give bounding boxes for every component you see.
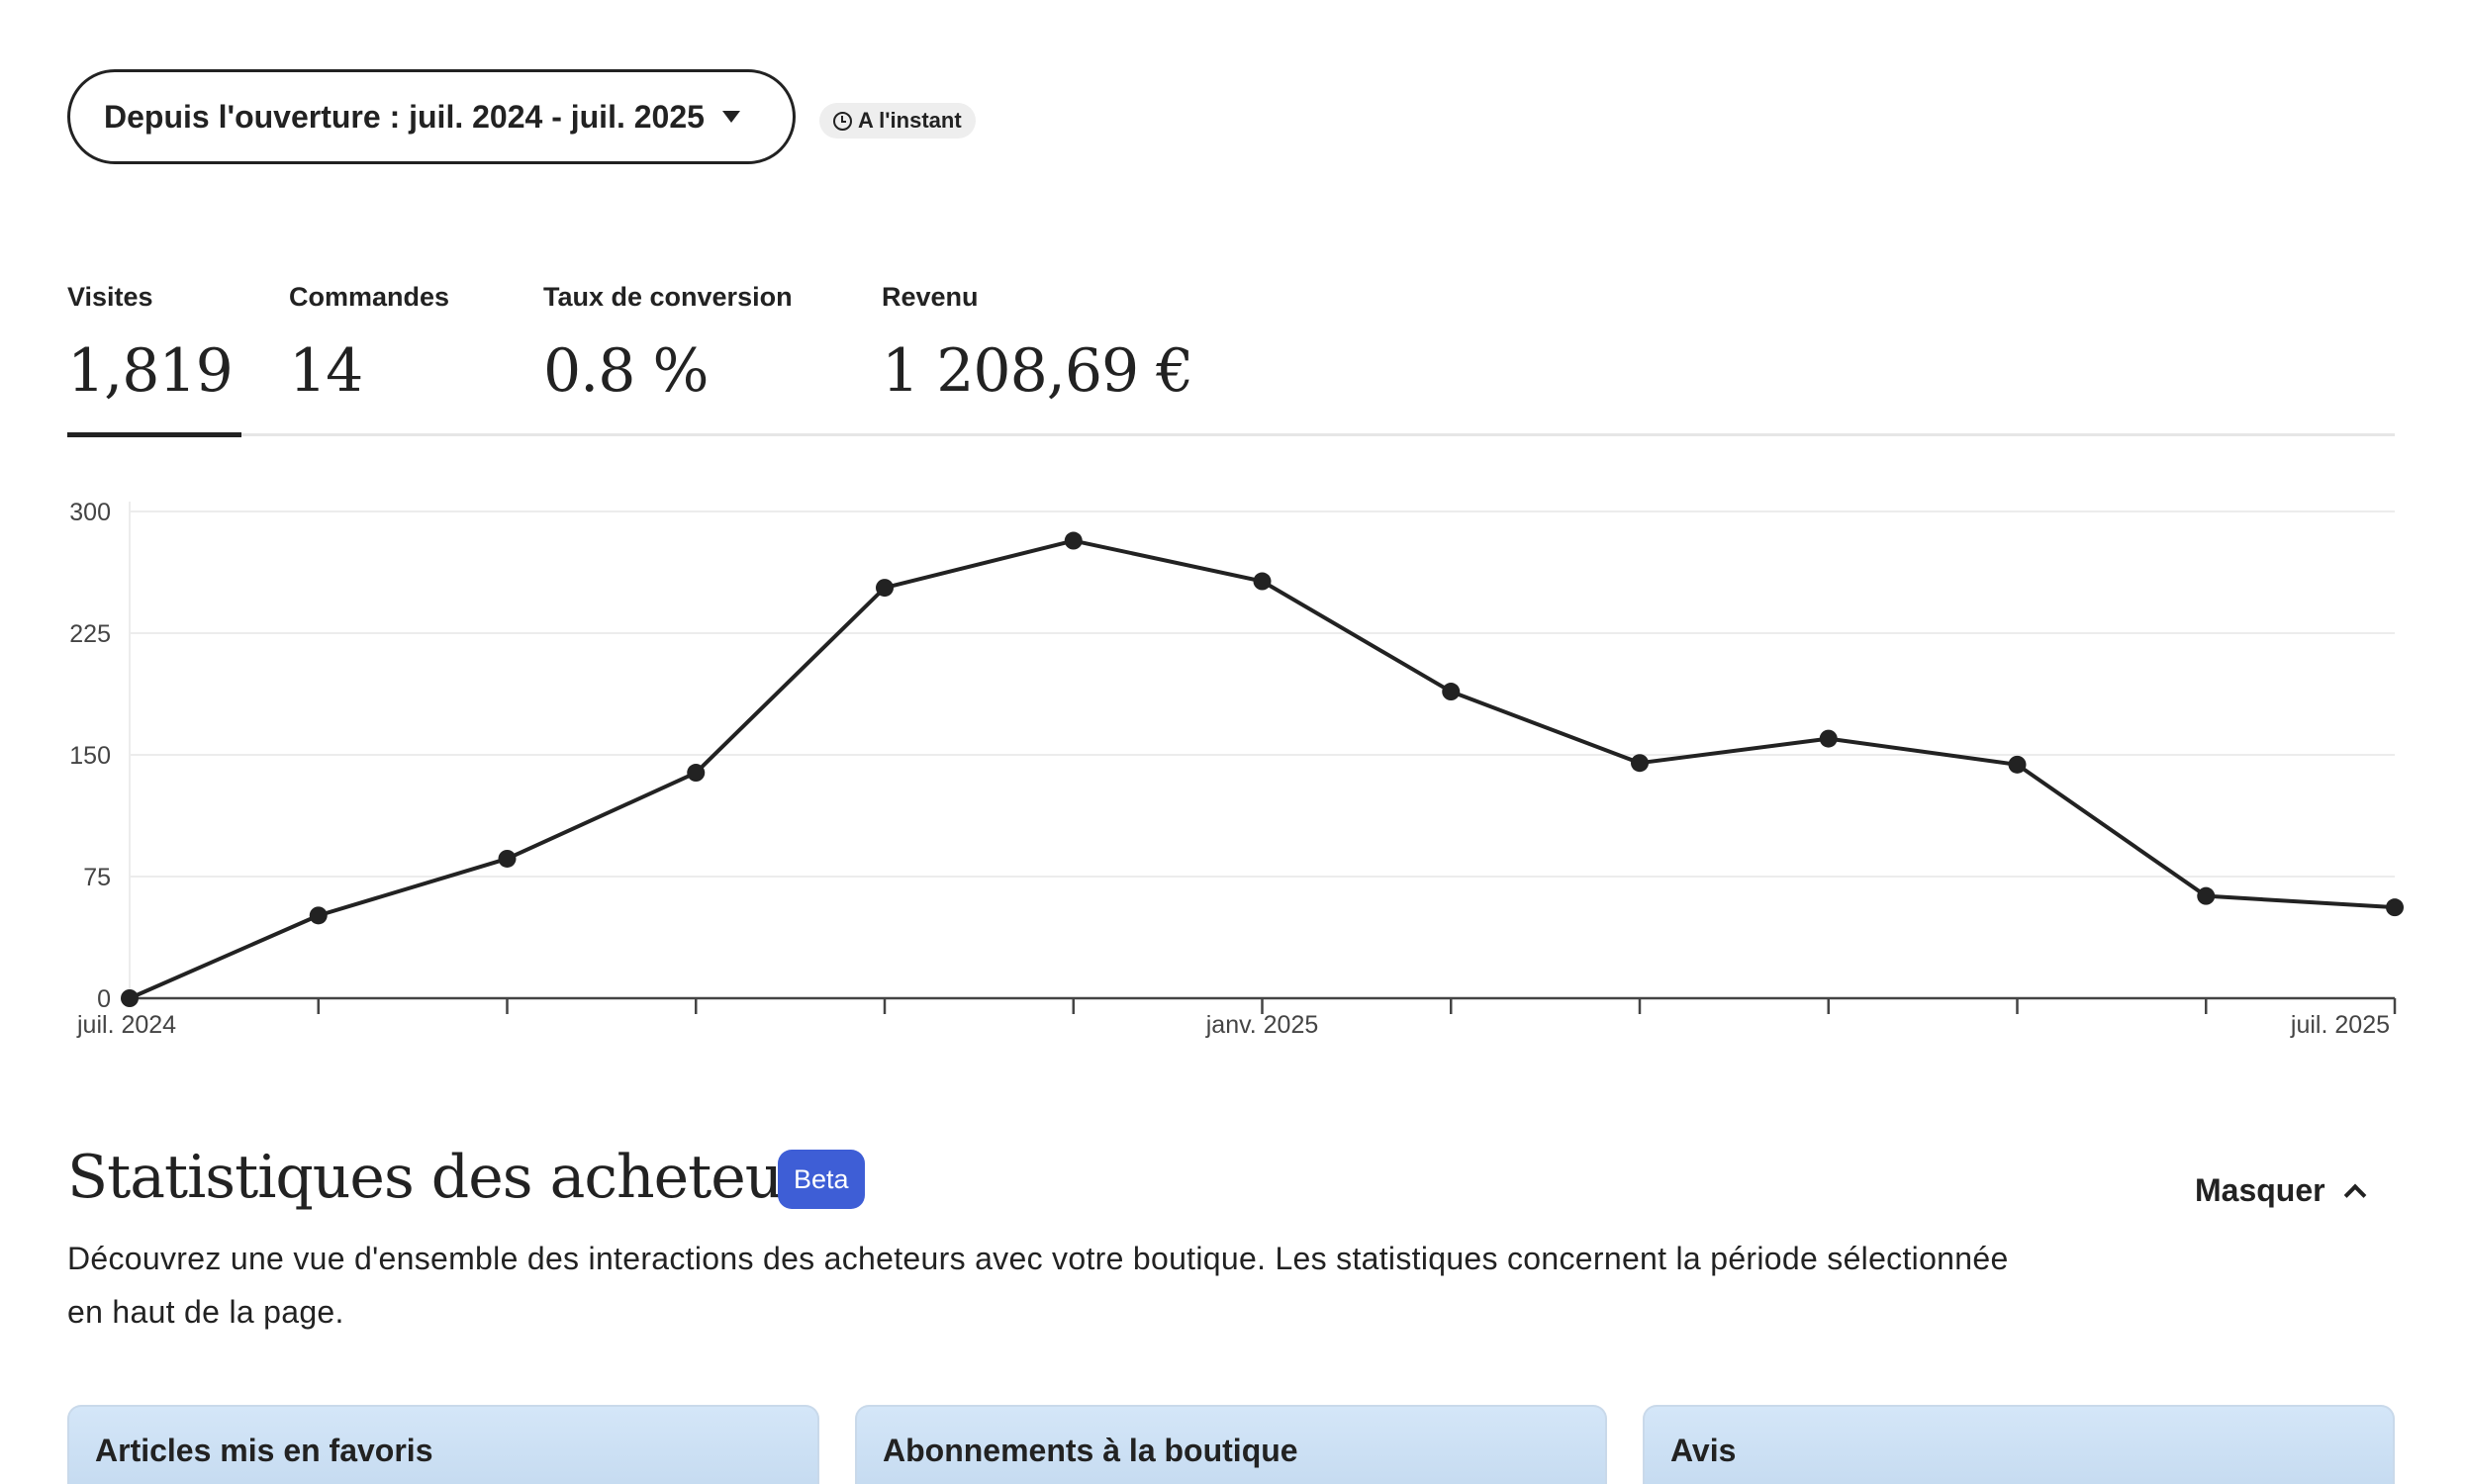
data-point <box>1442 683 1461 701</box>
card-favorites[interactable]: Articles mis en favoris <box>67 1405 819 1484</box>
hide-section-button[interactable]: Masquer <box>2195 1172 2366 1209</box>
tabs-divider <box>67 433 2395 436</box>
date-range-dropdown[interactable]: Depuis l'ouverture : juil. 2024 - juil. … <box>67 69 796 164</box>
data-point <box>1819 729 1838 748</box>
data-point <box>2197 886 2216 905</box>
stats-page: Depuis l'ouverture : juil. 2024 - juil. … <box>0 0 2466 1484</box>
metric-label: Commandes <box>289 282 450 312</box>
hide-section-label: Masquer <box>2195 1172 2325 1208</box>
data-point <box>2386 898 2404 917</box>
data-point <box>1631 754 1649 773</box>
series-line <box>129 538 2396 1000</box>
y-tick-label: 0 <box>97 985 111 1013</box>
metric-tab-orders[interactable]: Commandes 14 <box>289 282 449 406</box>
y-tick-label: 225 <box>69 620 111 648</box>
metric-value: 0.8 % <box>543 336 710 406</box>
x-tick-label: juil. 2025 <box>2290 1011 2390 1039</box>
data-point <box>498 849 517 868</box>
metric-label: Visites <box>67 282 153 312</box>
y-tick-label: 300 <box>69 499 111 526</box>
updated-badge-label: A l'instant <box>858 108 962 133</box>
card-reviews[interactable]: Avis <box>1643 1405 2395 1484</box>
chart-axes: 0 75 150 225 300 juil. 2024 janv. 2025 juil. 20… <box>69 499 2397 1039</box>
metric-tab-conversion-rate[interactable]: Taux de conversion 0.8 % <box>543 282 793 406</box>
data-point <box>2008 755 2027 774</box>
metric-tab-visits[interactable]: Visites 1,819 <box>67 282 234 406</box>
data-point <box>309 906 328 925</box>
metric-value: 14 <box>289 336 363 406</box>
x-tick-label: juil. 2024 <box>76 1011 176 1039</box>
buyer-stats-description: Découvrez une vue d'ensemble des interac… <box>67 1241 2009 1330</box>
y-tick-label: 150 <box>69 742 111 770</box>
clock-icon <box>833 111 852 131</box>
card-shop-follows[interactable]: Abonnements à la boutique <box>855 1405 1607 1484</box>
metric-tab-revenue[interactable]: Revenu 1 208,69 € <box>882 282 1193 406</box>
x-tick-label: janv. 2025 <box>1205 1011 1319 1039</box>
updated-badge: A l'instant <box>819 103 976 139</box>
card-title: Articles mis en favoris <box>95 1433 433 1468</box>
data-point <box>121 989 139 1007</box>
caret-down-icon <box>721 111 740 123</box>
data-point <box>1253 572 1272 591</box>
metric-value: 1 208,69 € <box>882 336 1193 406</box>
date-range-label: Depuis l'ouverture : juil. 2024 - juil. … <box>104 98 705 135</box>
data-point <box>1064 531 1083 550</box>
active-tab-indicator <box>67 432 241 437</box>
data-point <box>876 579 894 598</box>
metric-label: Taux de conversion <box>543 282 793 312</box>
buyer-stats-title: Statistiques des acheteurs <box>67 1143 840 1212</box>
card-title: Abonnements à la boutique <box>883 1433 1298 1468</box>
metric-label: Revenu <box>882 282 979 312</box>
y-tick-label: 75 <box>83 864 111 891</box>
chart-series <box>121 531 2404 1007</box>
card-title: Avis <box>1670 1433 1737 1468</box>
visits-line-chart: 0 75 150 225 300 juil. 2024 janv. 2025 juil. 20… <box>69 499 2404 1039</box>
metric-value: 1,819 <box>67 336 234 406</box>
data-point <box>687 764 706 783</box>
chevron-up-icon <box>2343 1183 2366 1206</box>
beta-badge: Beta <box>778 1150 865 1209</box>
